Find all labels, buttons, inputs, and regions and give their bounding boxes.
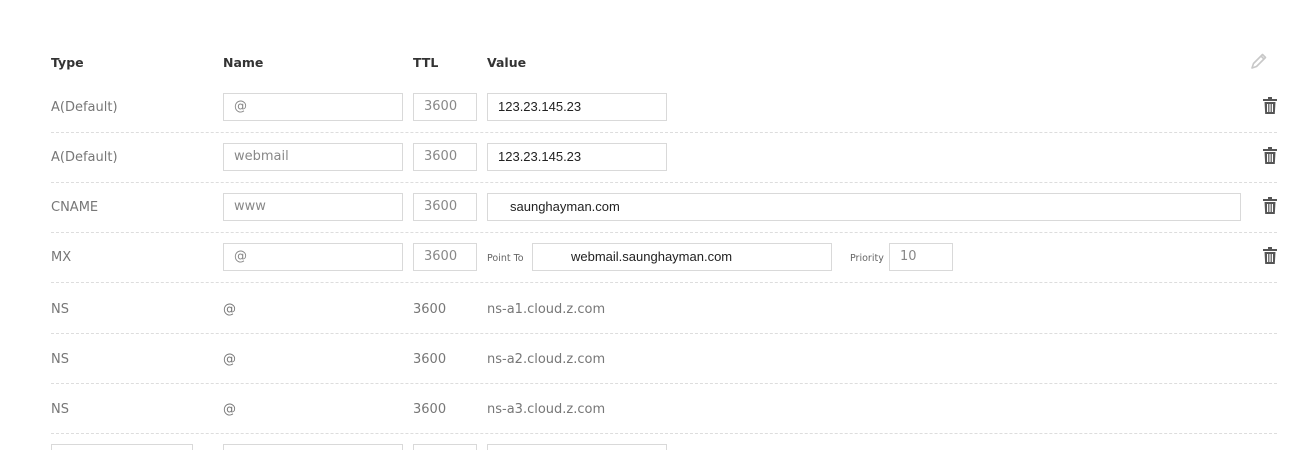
record-type: A(Default) xyxy=(51,100,118,115)
table-row: NS @ 3600 ns-a2.cloud.z.com xyxy=(51,333,1277,384)
ttl-input-partial[interactable] xyxy=(413,444,477,450)
trash-icon[interactable] xyxy=(1263,247,1277,264)
pencil-icon[interactable] xyxy=(1249,51,1269,71)
record-name: @ xyxy=(223,402,236,417)
record-type: CNAME xyxy=(51,200,99,215)
record-type: NS xyxy=(51,352,69,367)
name-input[interactable]: www xyxy=(223,193,403,221)
ttl-input[interactable]: 3600 xyxy=(413,93,477,121)
record-value: ns-a2.cloud.z.com xyxy=(487,352,606,367)
name-input[interactable]: @ xyxy=(223,243,403,271)
point-to-input[interactable]: webmail.saunghayman.com xyxy=(532,243,832,271)
trash-icon[interactable] xyxy=(1263,97,1277,114)
record-ttl: 3600 xyxy=(413,352,447,367)
record-name: @ xyxy=(223,352,236,367)
priority-label: Priority xyxy=(850,253,884,264)
table-row: A(Default) @ 3600 123.23.145.23 xyxy=(51,82,1277,133)
table-row: NS @ 3600 ns-a1.cloud.z.com xyxy=(51,283,1277,334)
column-header-ttl: TTL xyxy=(413,55,439,70)
record-type: NS xyxy=(51,302,69,317)
record-name: @ xyxy=(223,302,236,317)
record-type: MX xyxy=(51,250,72,265)
column-header-value: Value xyxy=(487,55,527,70)
value-input[interactable]: 123.23.145.23 xyxy=(487,143,667,171)
name-input[interactable]: @ xyxy=(223,93,403,121)
record-type: NS xyxy=(51,402,69,417)
table-row: MX @ 3600 Point To webmail.saunghayman.c… xyxy=(51,232,1277,283)
table-row: A(Default) webmail 3600 123.23.145.23 xyxy=(51,132,1277,183)
type-select-partial[interactable] xyxy=(51,444,193,450)
record-ttl: 3600 xyxy=(413,402,447,417)
ttl-input[interactable]: 3600 xyxy=(413,143,477,171)
table-row: NS @ 3600 ns-a3.cloud.z.com xyxy=(51,383,1277,434)
point-to-label: Point To xyxy=(487,253,524,264)
name-input-partial[interactable] xyxy=(223,444,403,450)
value-input[interactable]: saunghayman.com xyxy=(487,193,1241,221)
column-header-type: Type xyxy=(51,55,84,70)
record-type: A(Default) xyxy=(51,150,118,165)
record-value: ns-a1.cloud.z.com xyxy=(487,302,606,317)
value-input[interactable]: 123.23.145.23 xyxy=(487,93,667,121)
ttl-input[interactable]: 3600 xyxy=(413,243,477,271)
name-input[interactable]: webmail xyxy=(223,143,403,171)
priority-input[interactable]: 10 xyxy=(889,243,953,271)
ttl-input[interactable]: 3600 xyxy=(413,193,477,221)
trash-icon[interactable] xyxy=(1263,197,1277,214)
value-input-partial[interactable] xyxy=(487,444,667,450)
record-ttl: 3600 xyxy=(413,302,447,317)
table-row: CNAME www 3600 saunghayman.com xyxy=(51,182,1277,233)
column-header-name: Name xyxy=(223,55,264,70)
record-value: ns-a3.cloud.z.com xyxy=(487,402,606,417)
trash-icon[interactable] xyxy=(1263,147,1277,164)
dns-records-panel: Type Name TTL Value A(Default) @ 3600 12… xyxy=(0,0,1313,450)
